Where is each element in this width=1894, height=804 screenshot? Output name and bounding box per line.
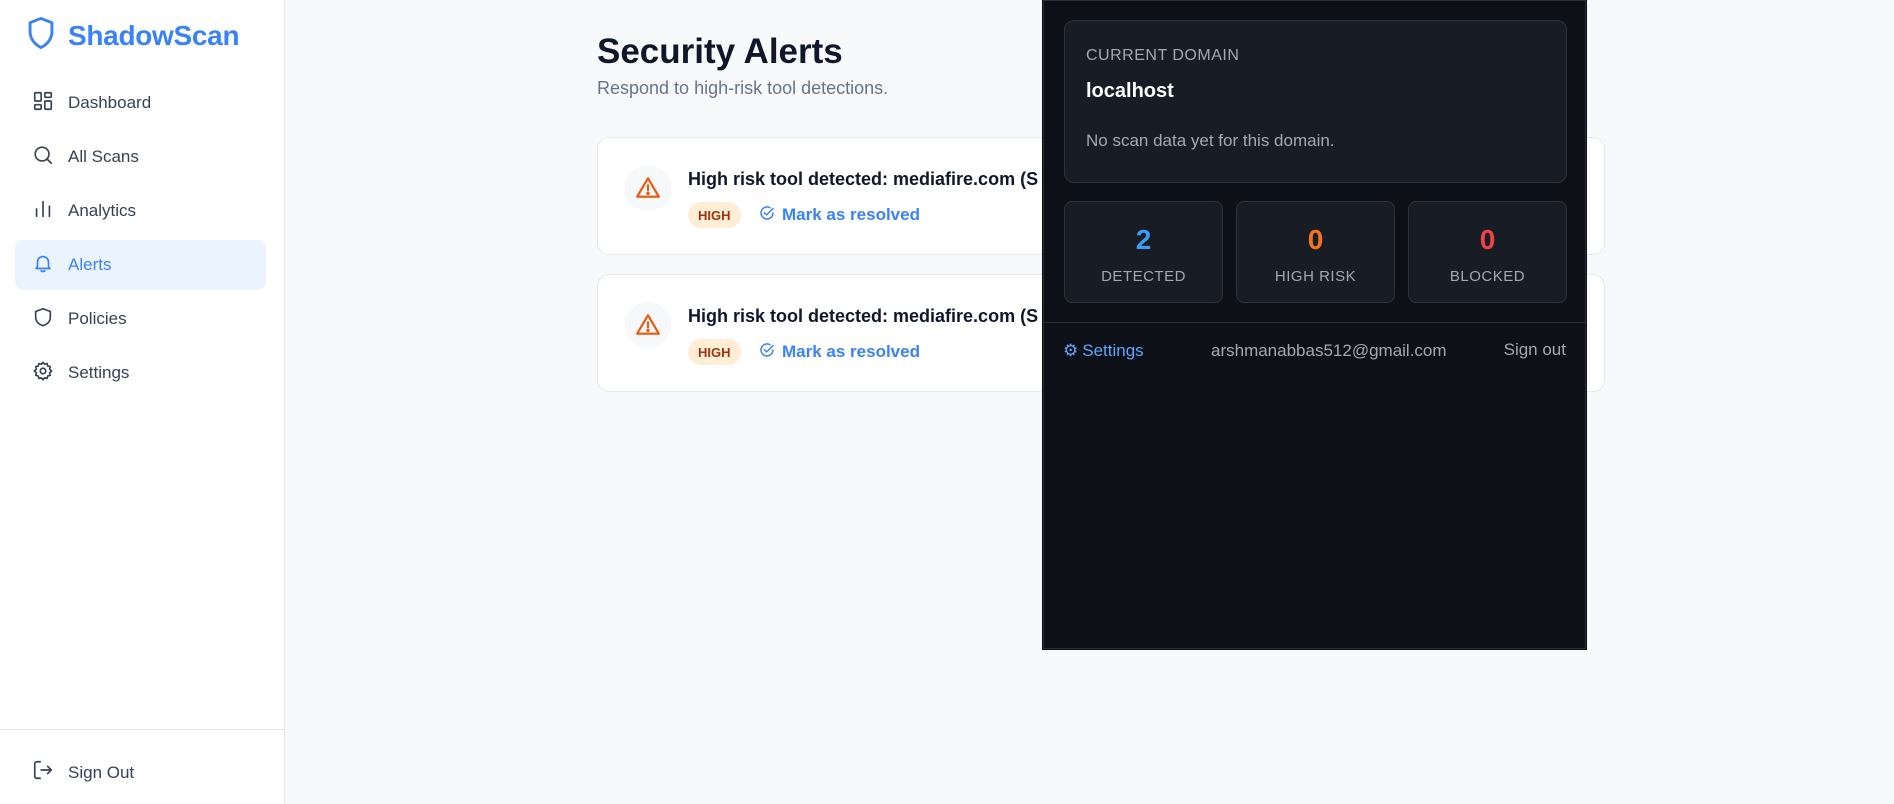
- stat-label: HIGH RISK: [1274, 268, 1357, 285]
- sidebar-item-dashboard[interactable]: Dashboard: [15, 78, 266, 128]
- mark-resolved-label: Mark as resolved: [782, 342, 920, 361]
- mark-resolved-button[interactable]: Mark as resolved: [758, 339, 920, 365]
- bell-icon: [32, 252, 54, 279]
- warning-icon: [625, 165, 671, 211]
- popup-divider: [1044, 322, 1585, 323]
- sidebar-item-label: All Scans: [68, 147, 139, 166]
- sidebar-item-settings[interactable]: Settings: [15, 348, 266, 398]
- severity-badge: HIGH: [688, 202, 741, 228]
- stat-detected: 2 DETECTED: [1064, 201, 1223, 303]
- stat-blocked: 0 BLOCKED: [1408, 201, 1567, 303]
- domain-status-message: No scan data yet for this domain.: [1086, 131, 1335, 150]
- shield-icon: [32, 306, 54, 333]
- check-circle-icon: [758, 341, 776, 364]
- current-domain-card: CURRENT DOMAIN localhost No scan data ye…: [1064, 20, 1567, 183]
- bar-chart-icon: [32, 198, 54, 225]
- popup-settings-label: Settings: [1082, 341, 1144, 360]
- alert-title: High risk tool detected: mediafire.com (…: [688, 169, 1039, 189]
- alert-title: High risk tool detected: mediafire.com (…: [688, 306, 1039, 326]
- mark-resolved-button[interactable]: Mark as resolved: [758, 202, 920, 228]
- user-email: arshmanabbas512@gmail.com: [1211, 341, 1447, 360]
- gear-icon: ⚙: [1063, 341, 1079, 360]
- page-title: Security Alerts: [597, 32, 843, 71]
- stat-value: 0: [1479, 224, 1496, 255]
- logout-icon: [32, 759, 54, 786]
- current-domain-label: CURRENT DOMAIN: [1086, 47, 1240, 64]
- current-domain-name: localhost: [1086, 80, 1174, 102]
- sidebar-divider: [0, 729, 285, 730]
- mark-resolved-label: Mark as resolved: [782, 205, 920, 224]
- check-circle-icon: [758, 204, 776, 227]
- stat-label: DETECTED: [1101, 268, 1186, 285]
- sidebar-item-label: Analytics: [68, 201, 137, 220]
- sidebar-item-policies[interactable]: Policies: [15, 294, 266, 344]
- stat-high-risk: 0 HIGH RISK: [1236, 201, 1395, 303]
- extension-popup: CURRENT DOMAIN localhost No scan data ye…: [1043, 0, 1586, 649]
- stat-label: BLOCKED: [1449, 268, 1526, 285]
- popup-settings-link[interactable]: ⚙ Settings: [1063, 341, 1144, 361]
- search-icon: [32, 144, 54, 171]
- severity-badge: HIGH: [688, 339, 741, 365]
- sidebar-item-label: Settings: [68, 363, 130, 382]
- sign-out-label: Sign Out: [68, 762, 135, 782]
- brand-name: ShadowScan: [68, 19, 240, 51]
- sidebar-item-alerts[interactable]: Alerts: [15, 240, 266, 290]
- sign-out-button[interactable]: Sign Out: [32, 759, 134, 786]
- sidebar-nav: Dashboard All Scans Analytics Alerts Pol…: [15, 78, 266, 402]
- stat-value: 0: [1307, 224, 1324, 255]
- brand[interactable]: ShadowScan: [26, 16, 240, 55]
- sidebar-item-all-scans[interactable]: All Scans: [15, 132, 266, 182]
- shield-icon: [26, 16, 56, 55]
- sidebar-item-label: Alerts: [68, 255, 112, 274]
- sidebar-item-analytics[interactable]: Analytics: [15, 186, 266, 236]
- sidebar-item-label: Dashboard: [68, 93, 152, 112]
- popup-sign-out-button[interactable]: Sign out: [1504, 340, 1566, 360]
- dashboard-icon: [32, 90, 54, 117]
- sidebar-item-label: Policies: [68, 309, 127, 328]
- page-subtitle: Respond to high-risk tool detections.: [597, 78, 889, 98]
- gear-icon: [32, 360, 54, 387]
- sidebar: ShadowScan Dashboard All Scans Analytics…: [0, 0, 285, 804]
- stat-value: 2: [1135, 224, 1152, 255]
- warning-icon: [625, 302, 671, 348]
